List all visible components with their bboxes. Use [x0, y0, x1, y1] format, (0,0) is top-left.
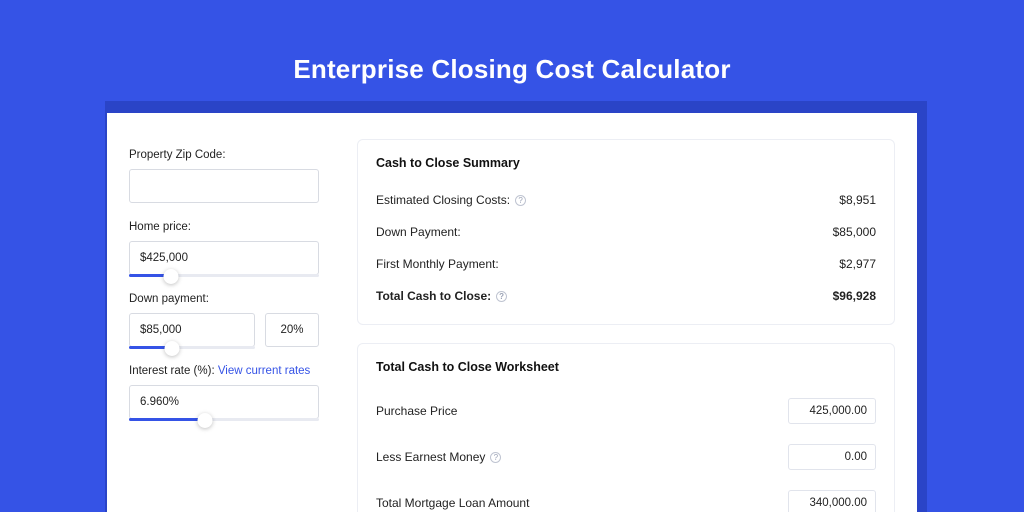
home-price-slider-thumb[interactable]: [163, 269, 178, 284]
worksheet-row-label: Purchase Price: [376, 404, 457, 418]
summary-row-value: $8,951: [839, 193, 876, 207]
worksheet-row-label-text: Less Earnest Money: [376, 450, 485, 464]
home-price-slider-block: [129, 241, 319, 275]
worksheet-title: Total Cash to Close Worksheet: [376, 360, 876, 374]
worksheet-row: Total Mortgage Loan Amount 340,000.00: [376, 480, 876, 512]
rate-label-text: Interest rate (%):: [129, 365, 218, 377]
zip-field: Property Zip Code:: [129, 149, 319, 203]
worksheet-row: Purchase Price 425,000.00: [376, 388, 876, 434]
down-payment-label: Down payment:: [129, 293, 319, 305]
results-column: Cash to Close Summary Estimated Closing …: [341, 113, 917, 512]
rate-label: Interest rate (%): View current rates: [129, 365, 319, 377]
down-payment-input[interactable]: [129, 313, 255, 347]
summary-rows: Estimated Closing Costs:? $8,951 Down Paym…: [376, 184, 876, 312]
home-price-field: Home price:: [129, 221, 319, 275]
summary-row: Total Cash to Close:? $96,928: [376, 280, 876, 312]
rate-slider-thumb[interactable]: [198, 413, 213, 428]
worksheet-row-label: Less Earnest Money?: [376, 450, 501, 464]
worksheet-row-value-box[interactable]: 0.00: [788, 444, 876, 470]
summary-row-label-text: Down Payment:: [376, 225, 461, 239]
worksheet-row-label: Total Mortgage Loan Amount: [376, 496, 529, 510]
worksheet-row-label-text: Purchase Price: [376, 404, 457, 418]
help-icon[interactable]: ?: [490, 452, 501, 463]
summary-row: Estimated Closing Costs:? $8,951: [376, 184, 876, 216]
summary-row-label: First Monthly Payment:: [376, 257, 499, 271]
calculator-panel: Property Zip Code: Home price: Down paym…: [107, 113, 917, 512]
help-icon[interactable]: ?: [496, 291, 507, 302]
zip-input[interactable]: [129, 169, 319, 203]
worksheet-row-label-text: Total Mortgage Loan Amount: [376, 496, 529, 510]
rate-slider-fill: [129, 418, 205, 421]
down-payment-slider-thumb[interactable]: [164, 341, 179, 356]
summary-row: First Monthly Payment: $2,977: [376, 248, 876, 280]
summary-row-label-text: Total Cash to Close:: [376, 289, 491, 303]
summary-card: Cash to Close Summary Estimated Closing …: [357, 139, 895, 325]
home-price-label: Home price:: [129, 221, 319, 233]
down-payment-row: 20%: [129, 313, 319, 347]
worksheet-row: Less Earnest Money? 0.00: [376, 434, 876, 480]
view-current-rates-link[interactable]: View current rates: [218, 365, 310, 377]
summary-row-value: $85,000: [833, 225, 876, 239]
summary-row-label: Down Payment:: [376, 225, 461, 239]
rate-slider-block: [129, 385, 319, 419]
help-icon[interactable]: ?: [515, 195, 526, 206]
summary-row-label-text: Estimated Closing Costs:: [376, 193, 510, 207]
summary-row-label: Estimated Closing Costs:?: [376, 193, 526, 207]
rate-field: Interest rate (%): View current rates: [129, 365, 319, 419]
worksheet-card: Total Cash to Close Worksheet Purchase P…: [357, 343, 895, 512]
summary-row-label: Total Cash to Close:?: [376, 289, 507, 303]
summary-row-label-text: First Monthly Payment:: [376, 257, 499, 271]
summary-title: Cash to Close Summary: [376, 156, 876, 170]
worksheet-rows: Purchase Price 425,000.00 Less Earnest Mon…: [376, 388, 876, 512]
rate-input[interactable]: [129, 385, 319, 419]
zip-label: Property Zip Code:: [129, 149, 319, 161]
down-payment-pct-box[interactable]: 20%: [265, 313, 319, 347]
inputs-column: Property Zip Code: Home price: Down paym…: [107, 113, 341, 512]
home-price-input[interactable]: [129, 241, 319, 275]
calculator-panel-wrap: Property Zip Code: Home price: Down paym…: [107, 113, 917, 512]
down-payment-field: Down payment: 20%: [129, 293, 319, 347]
summary-row: Down Payment: $85,000: [376, 216, 876, 248]
page-title: Enterprise Closing Cost Calculator: [0, 0, 1024, 113]
down-payment-amount-block: [129, 313, 255, 347]
summary-row-value: $96,928: [833, 289, 876, 303]
worksheet-row-value-box[interactable]: 425,000.00: [788, 398, 876, 424]
worksheet-row-value-box[interactable]: 340,000.00: [788, 490, 876, 512]
summary-row-value: $2,977: [839, 257, 876, 271]
